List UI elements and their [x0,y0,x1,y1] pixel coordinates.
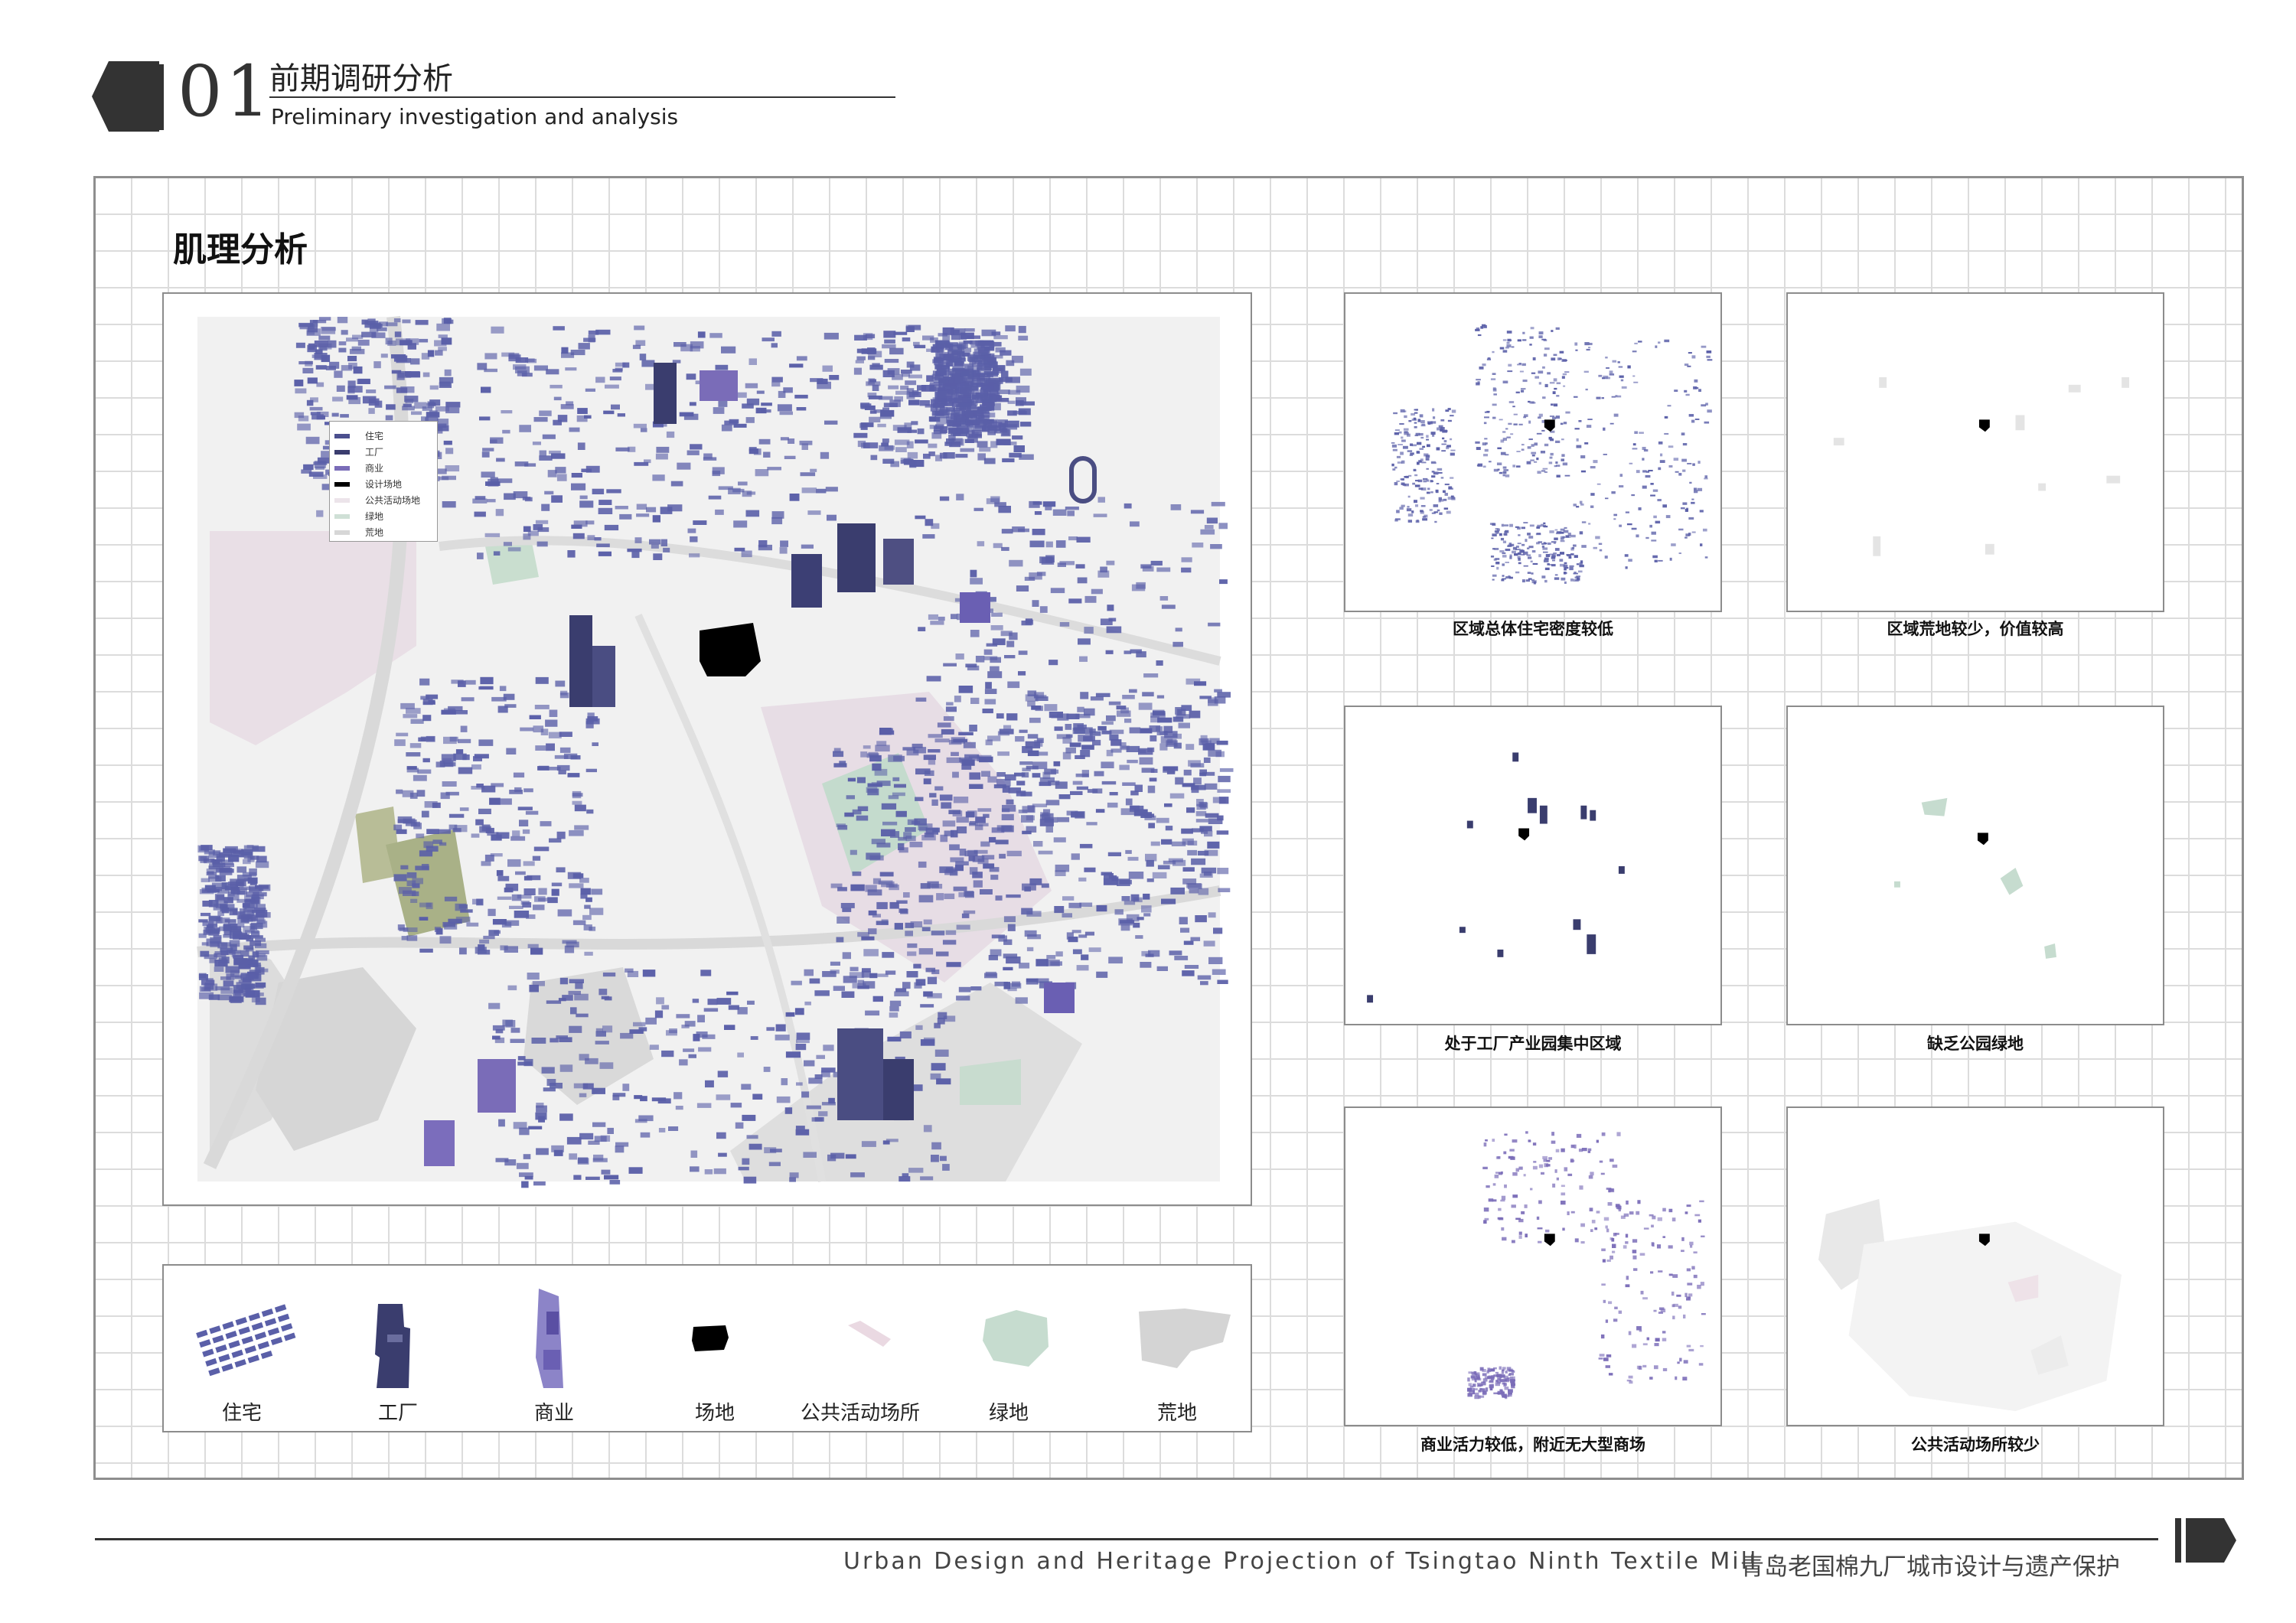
legend-label-residential: 住宅 [221,1402,262,1425]
legend-residential-swatch [193,1281,315,1396]
mini-map-factory [1344,706,1722,1025]
legend-label-commercial: 商业 [533,1402,574,1425]
header-divider [158,64,164,130]
legend-site-swatch [649,1281,771,1396]
legend-label-wasteland: 荒地 [1156,1402,1197,1425]
legend-row: 荒地 [334,524,432,540]
map-legend: 住宅 工厂 商业 设计场地 公共活动场地 绿地 荒地 [329,421,438,542]
legend-row: 公共活动场地 [334,492,432,508]
header-underline [269,96,895,98]
legend-label-green: 绿地 [988,1402,1029,1425]
legend-row: 住宅 [334,428,432,444]
urban-texture-map [197,316,1234,1188]
mini-map-residential [1344,292,1722,612]
section-title-zh: 前期调研分析 [269,61,453,96]
mini-map-public [1786,1106,2164,1426]
legend-label-site: 场地 [694,1402,735,1425]
legend-green-swatch [955,1281,1078,1396]
footer-title-en: Urban Design and Heritage Projection of … [843,1548,1759,1575]
legend-wasteland-swatch [1116,1281,1238,1396]
legend-commercial-swatch [490,1281,612,1396]
caption-commercial: 商业活力较低，附近无大型商场 [1420,1436,1645,1454]
footer-divider [95,1538,2158,1540]
hexagon-logo-icon [2175,1518,2236,1563]
caption-residential: 区域总体住宅密度较低 [1453,620,1613,638]
mini-map-green [1786,706,2164,1025]
legend-factory-swatch [334,1281,456,1396]
texture-map-panel: 住宅 工厂 商业 设计场地 公共活动场地 绿地 荒地 [162,292,1252,1206]
caption-green: 缺乏公园绿地 [1927,1035,2024,1053]
caption-factory: 处于工厂产业园集中区域 [1444,1035,1622,1053]
legend-label-factory: 工厂 [377,1402,418,1425]
legend-label-public: 公共活动场所 [800,1402,920,1425]
mini-map-wasteland [1786,292,2164,612]
caption-wasteland: 区域荒地较少，价值较高 [1887,620,2064,638]
legend-row: 商业 [334,460,432,476]
legend-public-swatch [807,1281,929,1396]
mini-map-commercial [1344,1106,1722,1426]
board-title: 肌理分析 [173,230,308,269]
caption-public: 公共活动场所较少 [1911,1436,2040,1454]
section-title-en: Preliminary investigation and analysis [271,104,679,129]
legend-row: 绿地 [334,508,432,524]
footer-title-zh: 青岛老国棉九厂城市设计与遗产保护 [1740,1553,2120,1581]
legend-row: 工厂 [334,444,432,460]
legend-row: 设计场地 [334,476,432,492]
section-number: 01 [178,51,274,132]
hexagon-logo-icon [92,61,159,132]
